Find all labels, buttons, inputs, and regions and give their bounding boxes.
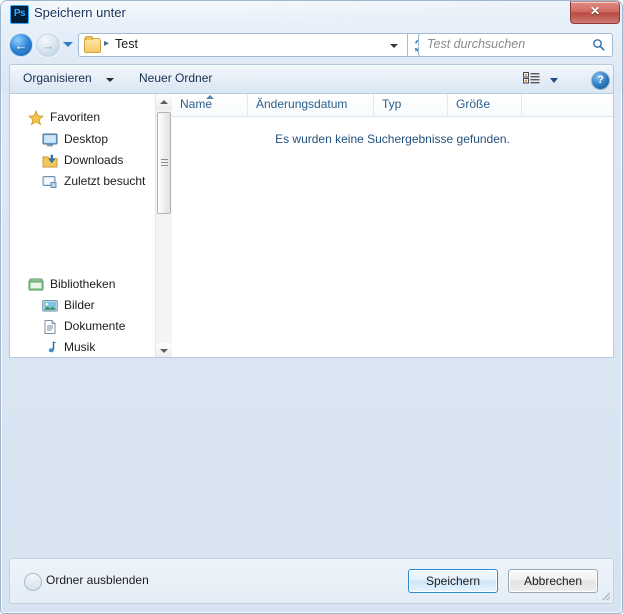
save-button[interactable]: Speichern (408, 569, 498, 593)
forward-button[interactable]: → (36, 33, 60, 57)
column-header-gr-e[interactable]: Größe (448, 94, 522, 116)
sidebar-scrollbar[interactable] (155, 94, 172, 357)
close-button[interactable] (570, 1, 620, 24)
help-button[interactable]: ? (591, 71, 610, 90)
back-arrow-icon: ← (14, 38, 28, 53)
options-area: Dateiname: Test.jpg Dateityp: JPEG (*.JP… (0, 358, 623, 558)
column-header-label: Typ (382, 97, 402, 111)
address-bar[interactable]: ▸ Test (78, 33, 408, 57)
chevron-down-icon[interactable] (390, 44, 398, 48)
music-icon (42, 340, 58, 356)
star-icon (28, 109, 44, 126)
recent-places-icon (42, 174, 58, 190)
navigation-sidebar: Favoriten Desktop Downloads Zuletzt besucht… (10, 94, 173, 357)
title-bar: Ps Speichern unter (0, 0, 623, 28)
breadcrumb[interactable]: Test (115, 37, 138, 51)
column-header-label: Änderungsdatum (256, 97, 348, 111)
column-header-label: Größe (456, 97, 491, 111)
sidebar-item-label: Downloads (64, 153, 124, 167)
downloads-folder-icon (42, 153, 58, 169)
cancel-button[interactable]: Abbrechen (508, 569, 598, 593)
command-toolbar: Organisieren Neuer Ordner ? (9, 64, 614, 93)
sidebar-item-favoriten[interactable]: Favoriten (28, 108, 174, 128)
new-folder-button[interactable]: Neuer Ordner (139, 71, 212, 85)
window-title: Speichern unter (34, 5, 126, 20)
organize-button[interactable]: Organisieren (23, 71, 92, 85)
history-dropdown-icon[interactable] (63, 42, 73, 47)
view-mode-chevron-down-icon[interactable] (550, 78, 558, 83)
column-header-label: Name (180, 97, 213, 111)
search-icon (593, 39, 605, 51)
chevron-up-icon (24, 573, 42, 591)
photoshop-ps-icon: Ps (10, 5, 29, 24)
view-mode-icon[interactable] (523, 72, 540, 87)
sidebar-item-label: Zuletzt besucht (64, 174, 146, 188)
hide-folders-label: Ordner ausblenden (46, 573, 149, 587)
scroll-up-button[interactable] (156, 94, 172, 110)
libraries-icon (28, 277, 44, 293)
desktop-icon (42, 132, 58, 148)
scrollbar-thumb[interactable] (157, 112, 171, 214)
sidebar-item-label: Desktop (64, 132, 109, 146)
sidebar-item-label: Bilder (64, 298, 95, 312)
documents-icon (42, 319, 58, 335)
sidebar-item-label: Dokumente (64, 319, 126, 333)
sidebar-item-label: Favoriten (50, 110, 101, 124)
file-list: Name Änderungsdatum Typ Größe Es wurden kei… (172, 94, 613, 357)
forward-arrow-icon: → (41, 38, 55, 53)
column-header-typ[interactable]: Typ (374, 94, 448, 116)
column-header--nderungsdatum[interactable]: Änderungsdatum (248, 94, 374, 116)
resize-grip[interactable] (600, 590, 610, 600)
browser-pane: Favoriten Desktop Downloads Zuletzt besucht… (9, 93, 614, 358)
sort-ascending-icon (206, 95, 214, 99)
sidebar-item-label: Musik (64, 340, 96, 354)
column-header-row: Name Änderungsdatum Typ Größe (172, 94, 613, 117)
column-header-name[interactable]: Name (172, 94, 248, 116)
sidebar-item-bibliotheken[interactable]: Bibliotheken (28, 275, 174, 295)
search-placeholder: Test durchsuchen (427, 37, 526, 51)
search-input[interactable]: Test durchsuchen (418, 33, 613, 57)
save-as-dialog: Ps Speichern unter ← → ▸ Test Test durch… (0, 0, 623, 614)
scroll-down-button[interactable] (156, 343, 172, 357)
folder-icon (84, 36, 101, 53)
organize-chevron-down-icon[interactable] (106, 78, 114, 82)
empty-results-message: Es wurden keine Suchergebnisse gefunden. (275, 132, 510, 146)
pictures-icon (42, 298, 58, 314)
back-button[interactable]: ← (9, 33, 33, 57)
breadcrumb-separator-icon: ▸ (104, 38, 110, 49)
navigation-bar: ← → ▸ Test Test durchsuchen (0, 28, 623, 63)
sidebar-item-label: Bibliotheken (50, 277, 116, 291)
dialog-footer: Ordner ausblenden Speichern Abbrechen (9, 558, 614, 604)
